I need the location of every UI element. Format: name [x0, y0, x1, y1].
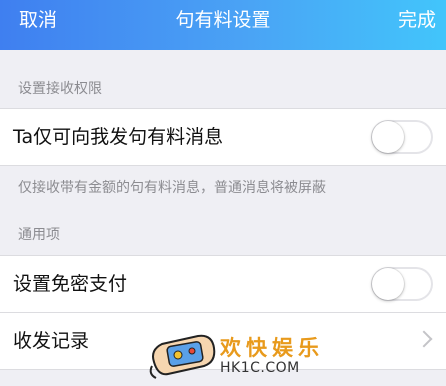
receive-permission-description: 仅接收带有金额的句有料消息，普通消息将被屏蔽: [18, 180, 326, 196]
watermark-text: 欢快娱乐: [220, 336, 324, 360]
nav-header: 取消 句有料设置 完成: [0, 0, 446, 50]
game-controller-icon: [149, 334, 216, 379]
chevron-right-icon: [415, 330, 433, 348]
row-label-password-free-payment: 设置免密支付: [13, 273, 128, 295]
section-label-general: 通用项: [18, 227, 60, 243]
watermark-url: HK1C.COM: [220, 360, 300, 376]
toggle-knob: [372, 268, 404, 300]
divider: [0, 165, 446, 166]
done-button[interactable]: 完成: [398, 0, 436, 40]
row-label-receive-only-paid: Ta仅可向我发句有料消息: [13, 126, 224, 148]
row-password-free-payment: 设置免密支付: [0, 256, 446, 312]
row-receive-only-paid: Ta仅可向我发句有料消息: [0, 109, 446, 165]
toggle-knob: [372, 121, 404, 153]
section-label-receive-permission: 设置接收权限: [18, 81, 102, 97]
watermark-logo: 欢快娱乐 HK1C.COM: [148, 322, 319, 382]
password-free-payment-toggle[interactable]: [371, 267, 433, 301]
page-title: 句有料设置: [175, 9, 271, 31]
row-label-transaction-records: 收发记录: [13, 330, 90, 352]
receive-only-paid-toggle[interactable]: [371, 120, 433, 154]
